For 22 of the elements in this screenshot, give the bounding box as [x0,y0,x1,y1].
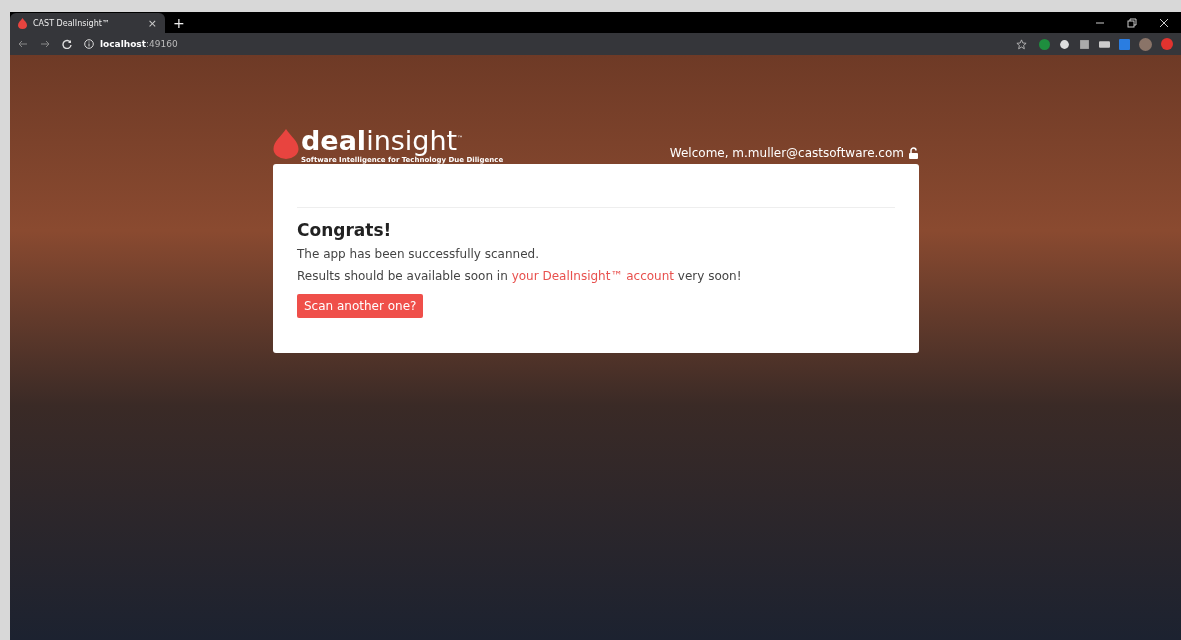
reload-icon[interactable] [62,39,72,49]
tab-close-button[interactable]: × [147,16,157,30]
restore-icon[interactable] [1127,17,1137,28]
close-icon[interactable] [1159,17,1169,28]
avatar-icon[interactable] [1139,37,1152,51]
star-icon[interactable] [1016,38,1027,50]
forward-arrow-icon[interactable] [40,39,50,49]
account-link[interactable]: your DealInsight™ account [511,269,674,283]
url-text: localhost:49160 [100,39,178,49]
scan-another-button[interactable]: Scan another one? [297,294,424,318]
message-text: The app has been successfully scanned. [297,246,540,263]
back-arrow-icon[interactable] [18,39,28,49]
card-heading: Congrats! [297,220,393,240]
new-tab-button[interactable]: + [173,13,185,33]
unlocked-padlock-icon[interactable] [908,147,919,159]
flame-logo-icon [273,129,299,159]
flame-icon [18,17,27,29]
tab-title: CAST DealInsight™ [33,18,111,28]
result-text: Results should be available soon in your DealInsight™ account very soon! [297,268,743,285]
browser-tab[interactable]: CAST DealInsight™ × [10,13,165,33]
welcome-text: Welcome, m.muller@castsoftware.com [669,146,904,160]
info-icon [84,39,94,49]
